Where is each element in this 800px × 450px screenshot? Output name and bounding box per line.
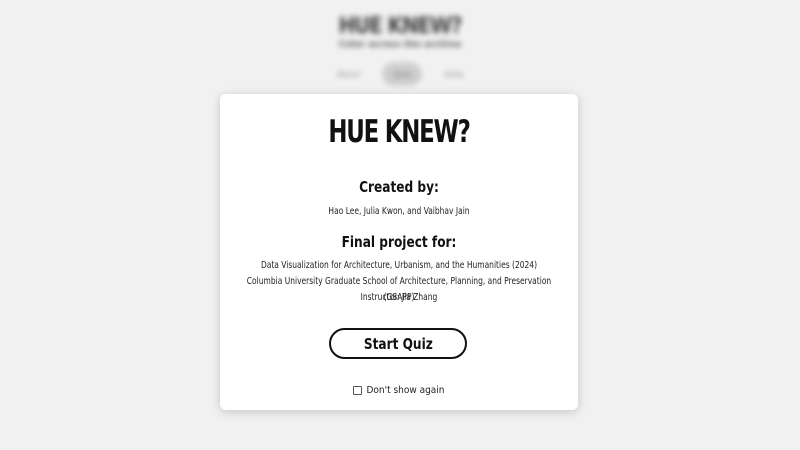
dont-show-again-label: Don't show again [366, 385, 445, 396]
authors-text: Hao Lee, Julia Kwon, and Vaibhav Jain [328, 206, 470, 217]
course-line-1: Data Visualization for Architecture, Urb… [260, 260, 538, 271]
start-quiz-button[interactable]: Start Quiz [329, 328, 467, 359]
start-quiz-label: Start Quiz [363, 334, 433, 353]
instructor-text: Instructor: Jia Zhang [360, 292, 438, 303]
created-by-heading: Created by: [359, 178, 439, 196]
dont-show-again-checkbox[interactable] [353, 386, 363, 395]
dont-show-again-option[interactable]: Don't show again [220, 385, 578, 396]
modal-title: HUE KNEW? [328, 114, 470, 150]
intro-modal: HUE KNEW? Created by: Hao Lee, Julia Kwo… [220, 94, 578, 410]
final-project-heading: Final project for: [341, 233, 457, 251]
